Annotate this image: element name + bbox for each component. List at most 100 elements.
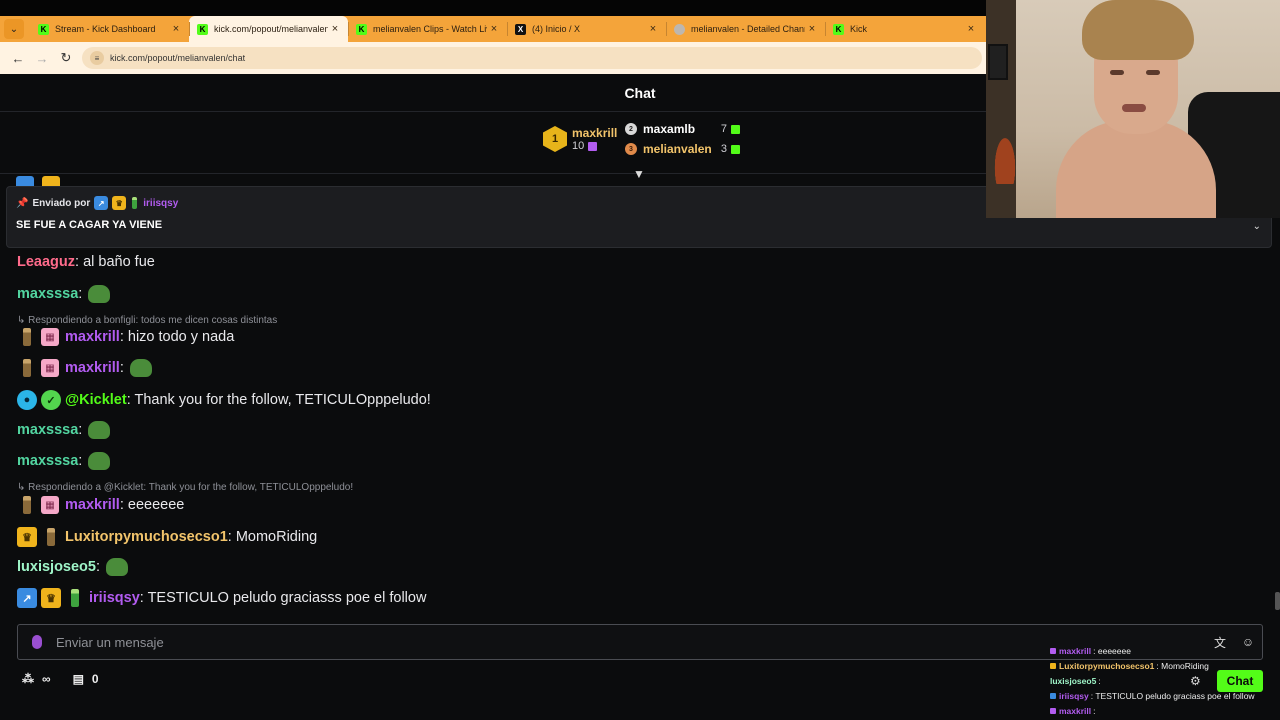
browser-tab[interactable]: K melianvalen Clips - Watch Live × [348,16,507,42]
gift-count: 0 [91,672,99,686]
reply-arrow-icon: ↳ [17,315,29,326]
tab-bar: ⌄ K Stream - Kick Dashboard × K kick.com… [0,16,986,42]
leaderboard-first-count: 10 [572,140,617,152]
webcam-wall [986,0,1016,218]
close-icon[interactable]: × [169,23,183,35]
chat-username[interactable]: maxkrill [65,497,120,513]
chat-username[interactable]: maxkrill [65,360,120,376]
collapse-leaderboard-icon[interactable]: ▼ [633,167,645,181]
kick-icon: K [38,23,49,35]
site-icon [674,23,685,35]
store-icon[interactable]: ▤ [73,672,84,686]
close-icon[interactable]: × [805,23,819,35]
chevron-down-icon: ⌄ [9,23,19,35]
gift-badge-icon [1050,648,1056,654]
bottle-badge-icon [47,528,55,546]
chat-username[interactable]: maxsssa [17,453,78,469]
chat-footer: ⁂ ∞ ▤ 0 [22,672,107,686]
chat-username[interactable]: maxsssa [17,422,78,438]
chat-message: ▦ maxkrill : hizo todo y nada [17,328,234,346]
gold-medal-icon: 1 [543,126,567,152]
url-field[interactable]: ≡ kick.com/popout/melianvalen/chat [82,47,982,69]
bottle-badge-icon [23,328,31,346]
address-bar: ← → ↻ ≡ kick.com/popout/melianvalen/chat [0,42,986,74]
emoji-icon[interactable]: ☺ [1234,635,1262,649]
tab-label: (4) Inicio / X [532,24,581,34]
leaderboard-second-name: maxamlb [643,122,696,136]
chat-username[interactable]: maxkrill [65,329,120,345]
chat-username[interactable]: Luxitorpymuchosecso1 [65,529,228,545]
pin-icon: 📌 [16,197,29,209]
webcam-guitar [992,130,1018,184]
gift-icon [731,124,740,134]
browser-tab[interactable]: X (4) Inicio / X × [507,16,666,42]
leaderboard-second[interactable]: 2 maxamlb 7 [625,122,740,136]
leaderboard-first[interactable]: 1 maxkrill 10 [543,126,617,152]
chat-scrollbar[interactable] [1275,592,1280,610]
viewers-count: ∞ [42,672,51,686]
chevron-down-icon[interactable]: ⌄ [1253,221,1261,232]
close-icon[interactable]: × [964,23,978,35]
bot-badge-icon: ● [17,390,37,410]
kick-icon: K [197,23,208,35]
reply-context[interactable]: ↳ Respondiendo a bonfigli: todos me dice… [17,315,277,326]
site-info-icon[interactable]: ≡ [90,51,104,65]
chat-text: : hizo todo y nada [119,329,235,345]
gift-icon [731,144,740,154]
webcam-person-hair [1082,0,1194,60]
chat-message: ↗ ♛ iriisqsy : TESTICULO peludo graciass… [17,588,426,608]
chat-message: ♛ Luxitorpymuchosecso1 : MomoRiding [17,527,317,547]
gift-badge-icon: ▦ [41,359,59,377]
translate-icon[interactable]: 文 [1206,634,1234,651]
browser-tab[interactable]: K Kick × [825,16,984,42]
pepe-emote-icon [88,421,111,439]
browser-tab[interactable]: melianvalen - Detailed Channel × [666,16,825,42]
webcam-eye [1110,70,1124,75]
chat-text: : [119,360,124,376]
chat-message: maxsssa : [17,285,111,303]
chat-text: : al baño fue [75,254,155,270]
close-icon[interactable]: × [646,23,660,35]
chat-text: : [78,453,83,469]
leaderboard-third[interactable]: 3 melianvalen 3 [625,142,740,156]
chat-username[interactable]: maxsssa [17,286,78,302]
overlay-chat-line: iriisqsy: TESTICULO peludo graciass poe … [1050,691,1255,701]
forward-button[interactable]: → [30,46,54,70]
url-text: kick.com/popout/melianvalen/chat [110,53,246,63]
silver-medal-icon: 2 [625,123,637,135]
leaderboard-second-count: 7 [721,123,740,135]
reload-button[interactable]: ↻ [54,46,78,70]
close-icon[interactable]: × [487,23,501,35]
pinned-user[interactable]: iriisqsy [143,198,178,209]
leaderboard-third-name: melianvalen [643,142,712,156]
gift-icon [588,141,598,151]
chat-text: : Thank you for the follow, TETICULOpppe… [126,392,431,408]
gift-badge-icon: ▦ [41,328,59,346]
chat-text: : TESTICULO peludo graciasss poe el foll… [139,590,427,606]
bottle-badge-icon [132,197,138,209]
browser-tab[interactable]: K Stream - Kick Dashboard × [30,16,189,42]
chat-text: : [78,286,83,302]
bottle-badge-icon [23,496,31,514]
pinned-prefix: Enviado por [32,197,91,209]
arrow-right-icon: → [35,50,49,66]
chat-username[interactable]: @Kicklet [65,392,127,408]
arrow-badge-icon [1050,693,1056,699]
chat-username[interactable]: Leaaguz [17,254,75,270]
chat-send-button[interactable]: Chat [1217,670,1263,692]
arrow-badge-icon: ↗ [17,588,37,608]
back-button[interactable]: ← [6,46,30,70]
bronze-medal-icon: 3 [625,143,637,155]
reply-context[interactable]: ↳ Respondiendo a @Kicklet: Thank you for… [17,482,353,493]
chat-username[interactable]: luxisjoseo5 [17,559,96,575]
chat-username[interactable]: iriisqsy [89,590,140,606]
leaderboard-third-count: 3 [721,143,740,155]
close-icon[interactable]: × [328,23,342,35]
microphone-icon[interactable] [32,635,42,649]
tab-search-button[interactable]: ⌄ [4,19,24,39]
crown-badge-icon: ♛ [41,588,61,608]
chat-input[interactable] [56,634,1206,650]
chat-message: luxisjoseo5 : [17,558,129,576]
gear-icon[interactable]: ⚙ [1190,674,1201,688]
browser-tab-active[interactable]: K kick.com/popout/melianvalen/c × [189,16,348,42]
